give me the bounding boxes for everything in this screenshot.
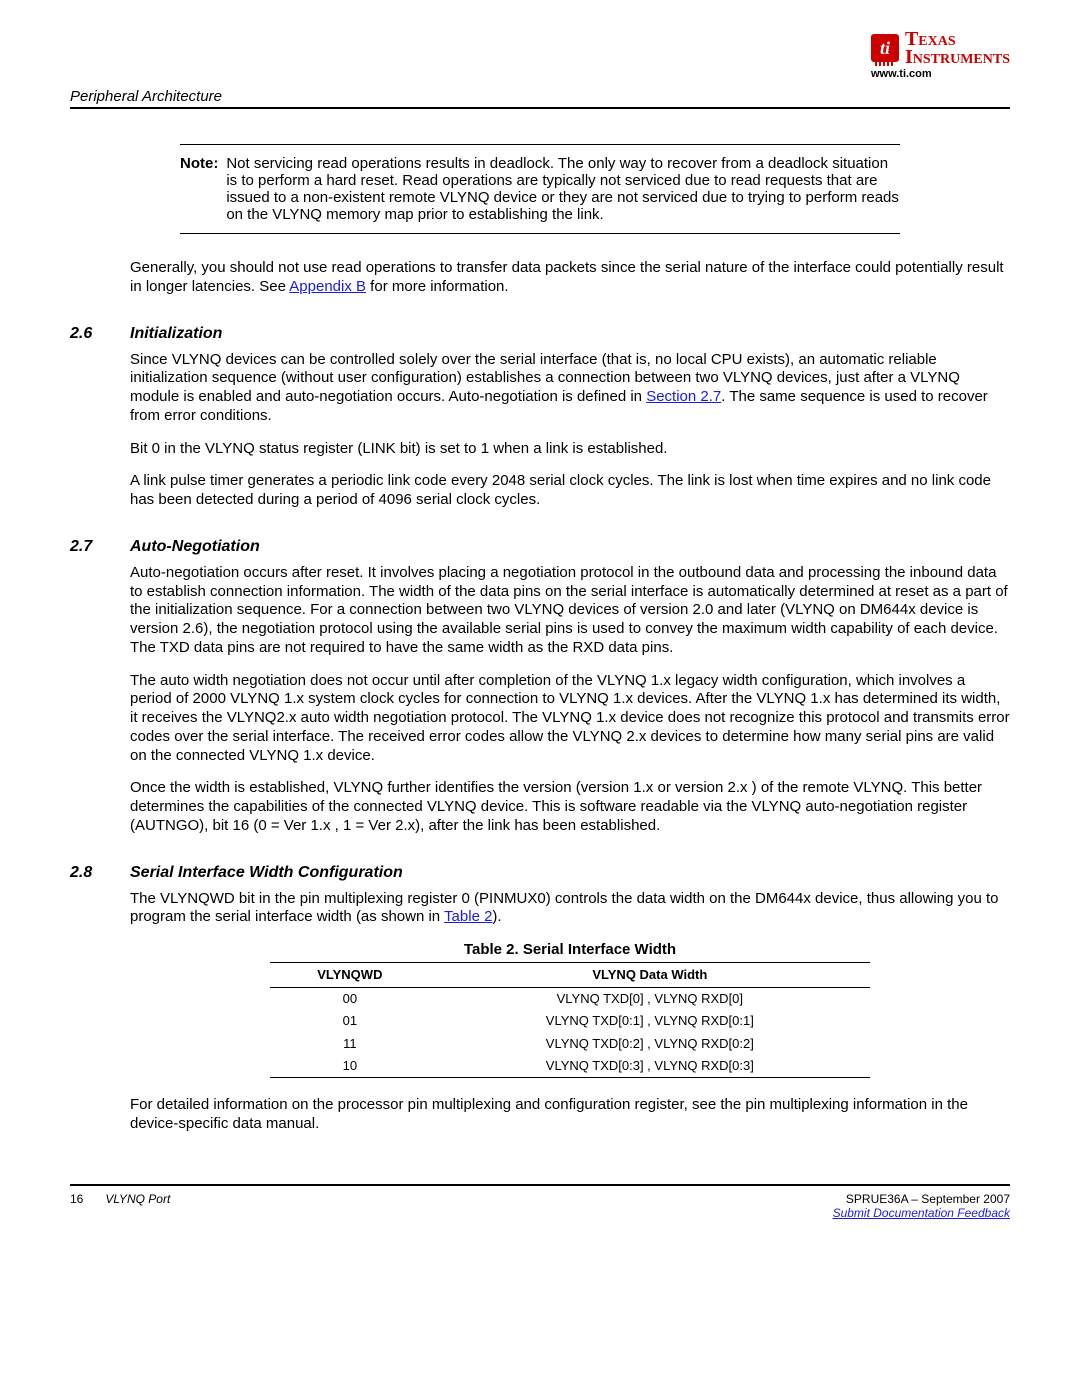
section-title: Serial Interface Width Configuration xyxy=(130,864,403,882)
brand-url[interactable]: www.ti.com xyxy=(871,68,1010,80)
footer-doc-title: VLYNQ Port xyxy=(105,1192,170,1206)
section-2-8-heading: 2.8 Serial Interface Width Configuration xyxy=(70,864,1010,882)
paragraph: A link pulse timer generates a periodic … xyxy=(130,472,1010,510)
cell: VLYNQ TXD[0:3] , VLYNQ RXD[0:3] xyxy=(430,1055,870,1078)
text: ). xyxy=(492,908,501,925)
cell: 10 xyxy=(270,1055,430,1078)
link-table-2[interactable]: Table 2 xyxy=(444,908,492,925)
link-submit-feedback[interactable]: Submit Documentation Feedback xyxy=(833,1206,1010,1220)
note-text: Not servicing read operations results in… xyxy=(226,155,900,223)
cell: VLYNQ TXD[0:2] , VLYNQ RXD[0:2] xyxy=(430,1033,870,1055)
footer-left: 16 VLYNQ Port xyxy=(70,1192,170,1206)
ti-wordmark: Texas Instruments xyxy=(905,30,1010,66)
paragraph: Bit 0 in the VLYNQ status register (LINK… xyxy=(130,440,1010,459)
table-header-row: VLYNQWD VLYNQ Data Width xyxy=(270,962,870,987)
paragraph: Since VLYNQ devices can be controlled so… xyxy=(130,351,1010,426)
paragraph: Once the width is established, VLYNQ fur… xyxy=(130,779,1010,835)
table-row: 01 VLYNQ TXD[0:1] , VLYNQ RXD[0:1] xyxy=(270,1010,870,1032)
page-number: 16 xyxy=(70,1192,83,1206)
section-title: Initialization xyxy=(130,325,222,343)
paragraph: For detailed information on the processo… xyxy=(130,1096,1010,1134)
page-footer: 16 VLYNQ Port SPRUE36A – September 2007 … xyxy=(70,1186,1010,1220)
col-header-vlynqwd: VLYNQWD xyxy=(270,962,430,987)
intro-text-post: for more information. xyxy=(366,278,509,295)
section-2-6-heading: 2.6 Initialization xyxy=(70,325,1010,343)
paragraph: The auto width negotiation does not occu… xyxy=(130,672,1010,766)
cell: 11 xyxy=(270,1033,430,1055)
document-page: ti Texas Instruments www.ti.com Peripher… xyxy=(0,0,1080,1240)
intro-paragraph: Generally, you should not use read opera… xyxy=(130,259,1010,297)
table-row: 11 VLYNQ TXD[0:2] , VLYNQ RXD[0:2] xyxy=(270,1033,870,1055)
text: The VLYNQWD bit in the pin multiplexing … xyxy=(130,890,998,926)
section-2-7-heading: 2.7 Auto-Negotiation xyxy=(70,538,1010,556)
cell: VLYNQ TXD[0] , VLYNQ RXD[0] xyxy=(430,988,870,1011)
table-serial-interface-width: VLYNQWD VLYNQ Data Width 00 VLYNQ TXD[0]… xyxy=(270,962,870,1078)
cell: VLYNQ TXD[0:1] , VLYNQ RXD[0:1] xyxy=(430,1010,870,1032)
section-title: Auto-Negotiation xyxy=(130,538,260,556)
note-box: Note: Not servicing read operations resu… xyxy=(180,144,900,234)
ti-chip-icon: ti xyxy=(871,34,899,62)
table-row: 10 VLYNQ TXD[0:3] , VLYNQ RXD[0:3] xyxy=(270,1055,870,1078)
section-number: 2.7 xyxy=(70,538,130,556)
paragraph: Auto-negotiation occurs after reset. It … xyxy=(130,564,1010,658)
section-number: 2.8 xyxy=(70,864,130,882)
link-appendix-b[interactable]: Appendix B xyxy=(289,278,366,295)
cell: 00 xyxy=(270,988,430,1011)
brand-block: ti Texas Instruments www.ti.com xyxy=(871,30,1010,80)
page-header: ti Texas Instruments www.ti.com xyxy=(70,30,1010,80)
section-2-7-body: Auto-negotiation occurs after reset. It … xyxy=(130,564,1010,836)
section-2-8-body: The VLYNQWD bit in the pin multiplexing … xyxy=(130,890,1010,1134)
section-number: 2.6 xyxy=(70,325,130,343)
intro-text-pre: Generally, you should not use read opera… xyxy=(130,259,1004,295)
brand-line2: Instruments xyxy=(905,48,1010,66)
table-caption: Table 2. Serial Interface Width xyxy=(130,941,1010,960)
footer-doc-id: SPRUE36A – September 2007 xyxy=(833,1192,1010,1206)
ti-logo: ti Texas Instruments xyxy=(871,30,1010,66)
link-section-2-7[interactable]: Section 2.7 xyxy=(646,388,721,405)
paragraph: The VLYNQWD bit in the pin multiplexing … xyxy=(130,890,1010,928)
footer-right: SPRUE36A – September 2007 Submit Documen… xyxy=(833,1192,1010,1220)
col-header-data-width: VLYNQ Data Width xyxy=(430,962,870,987)
running-header-rule: Peripheral Architecture xyxy=(70,88,1010,109)
cell: 01 xyxy=(270,1010,430,1032)
section-2-6-body: Since VLYNQ devices can be controlled so… xyxy=(130,351,1010,510)
running-header: Peripheral Architecture xyxy=(70,88,222,105)
note-label: Note: xyxy=(180,155,218,223)
table-row: 00 VLYNQ TXD[0] , VLYNQ RXD[0] xyxy=(270,988,870,1011)
